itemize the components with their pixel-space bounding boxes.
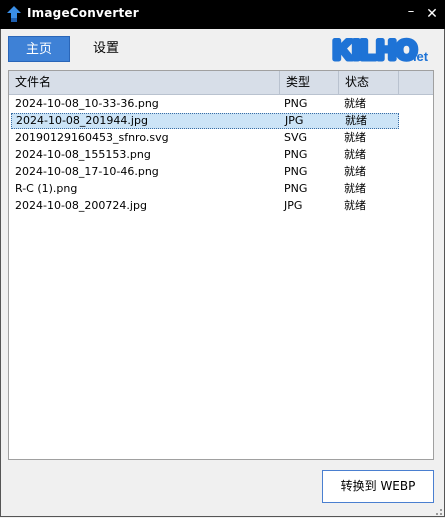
cell-filename: 2024-10-08_17-10-46.png xyxy=(15,165,159,178)
app-icon xyxy=(7,6,21,22)
cell-status: 就绪 xyxy=(344,182,366,195)
cell-status: 就绪 xyxy=(344,199,366,212)
table-row[interactable]: 20190129160453_sfnro.svg SVG 就绪 xyxy=(11,130,399,146)
cell-type: JPG xyxy=(285,114,304,127)
table-row[interactable]: R-C (1).png PNG 就绪 xyxy=(11,181,399,197)
table-row[interactable]: 2024-10-08_17-10-46.png PNG 就绪 xyxy=(11,164,399,180)
table-row[interactable]: 2024-10-08_10-33-36.png PNG 就绪 xyxy=(11,96,399,112)
window-title: ImageConverter xyxy=(27,6,139,20)
minimize-button[interactable]: – xyxy=(401,2,421,22)
column-header-type[interactable]: 类型 xyxy=(280,71,339,94)
cell-filename: R-C (1).png xyxy=(15,182,78,195)
tab-home[interactable]: 主页 xyxy=(8,36,70,62)
close-button[interactable]: ✕ xyxy=(422,4,442,24)
column-header-status[interactable]: 状态 xyxy=(339,71,399,94)
convert-to-webp-button[interactable]: 转换到 WEBP xyxy=(322,470,434,503)
cell-status: 就绪 xyxy=(344,148,366,161)
table-row[interactable]: 2024-10-08_200724.jpg JPG 就绪 xyxy=(11,198,399,214)
cell-status: 就绪 xyxy=(344,97,366,110)
cell-status: 就绪 xyxy=(345,114,367,127)
cell-filename: 2024-10-08_155153.png xyxy=(15,148,151,161)
table-row-selected[interactable]: 2024-10-08_201944.jpg JPG 就绪 xyxy=(11,113,399,129)
cell-type: PNG xyxy=(284,182,308,195)
cell-filename: 20190129160453_sfnro.svg xyxy=(15,131,169,144)
cell-status: 就绪 xyxy=(344,165,366,178)
title-bar: ImageConverter – ✕ xyxy=(0,0,445,29)
cell-type: PNG xyxy=(284,97,308,110)
list-header: 文件名 类型 状态 xyxy=(9,71,433,95)
table-row[interactable]: 2024-10-08_155153.png PNG 就绪 xyxy=(11,147,399,163)
cell-type: PNG xyxy=(284,165,308,178)
cell-filename: 2024-10-08_200724.jpg xyxy=(15,199,147,212)
file-list[interactable]: 文件名 类型 状态 2024-10-08_10-33-36.png PNG 就绪… xyxy=(8,70,434,460)
cell-type: PNG xyxy=(284,148,308,161)
cell-status: 就绪 xyxy=(344,131,366,144)
cell-filename: 2024-10-08_201944.jpg xyxy=(16,114,148,127)
kilho-logo: KILHO KILHO .net xyxy=(332,33,429,67)
svg-text:.net: .net xyxy=(405,49,429,64)
tab-settings[interactable]: 设置 xyxy=(82,36,130,62)
cell-type: JPG xyxy=(284,199,303,212)
resize-grip-icon[interactable] xyxy=(432,505,442,515)
cell-type: SVG xyxy=(284,131,308,144)
column-header-filename[interactable]: 文件名 xyxy=(9,71,280,94)
cell-filename: 2024-10-08_10-33-36.png xyxy=(15,97,159,110)
